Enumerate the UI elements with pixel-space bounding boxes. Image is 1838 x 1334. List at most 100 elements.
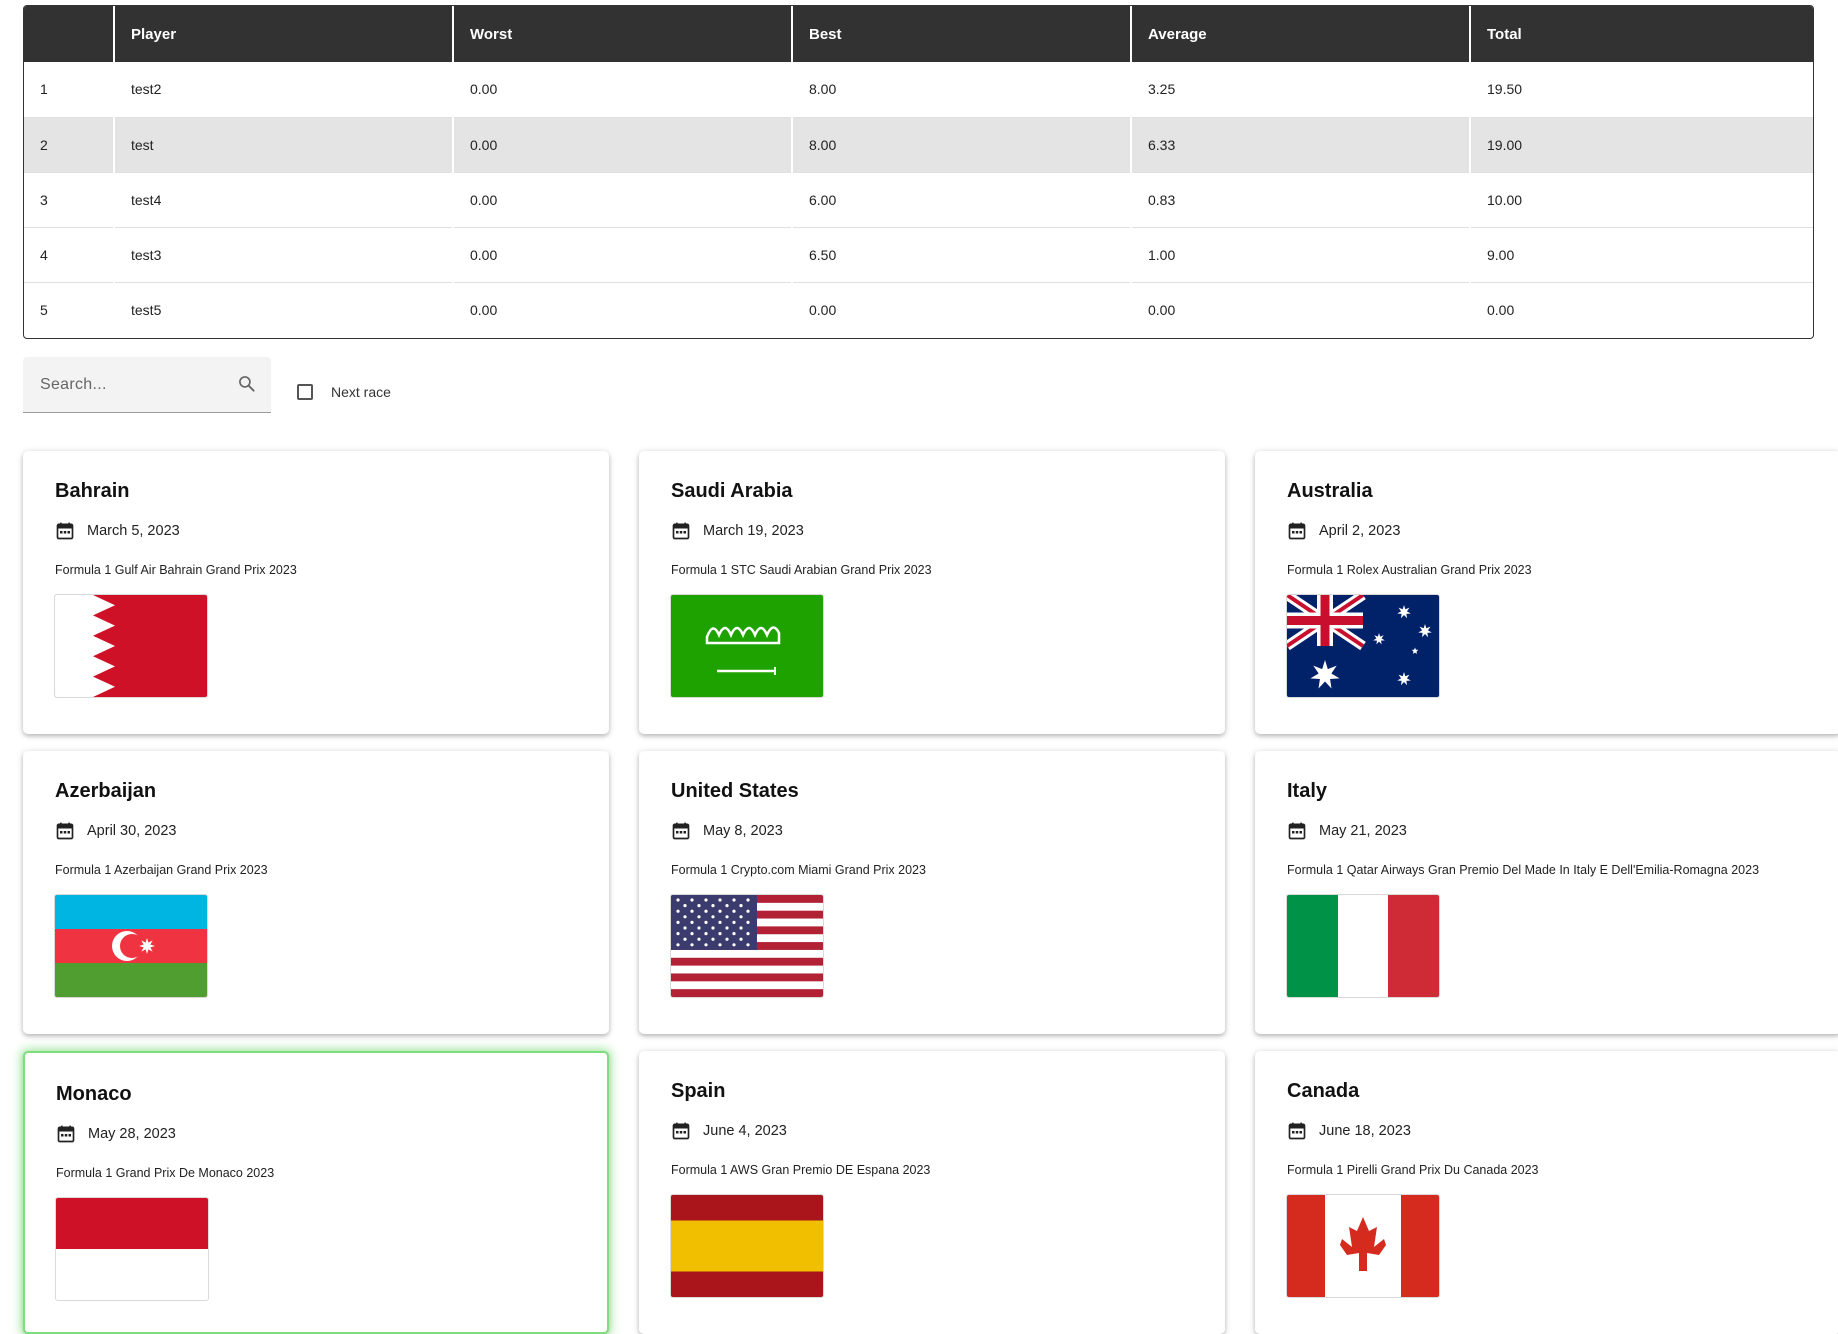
calendar-icon [672, 1122, 690, 1140]
column-header-player[interactable]: Player [114, 6, 454, 62]
race-name: Formula 1 AWS Gran Premio DE Espana 2023 [671, 1163, 931, 1177]
column-header-worst[interactable]: Worst [453, 6, 793, 62]
race-card[interactable]: Bahrain March 5, 2023 Formula 1 Gulf Air B… [23, 451, 609, 734]
cell-best: 6.50 [792, 227, 1132, 283]
race-date: April 30, 2023 [87, 823, 177, 839]
monaco-flag [56, 1198, 208, 1300]
race-date: April 2, 2023 [1319, 523, 1401, 539]
cell-total: 19.00 [1470, 117, 1813, 173]
canada-flag [1287, 1195, 1439, 1297]
cell-average: 1.00 [1131, 227, 1471, 283]
table-row[interactable]: 4 test3 0.00 6.50 1.00 9.00 [24, 227, 1813, 283]
race-country: Azerbaijan [55, 780, 157, 802]
standings-table: Player Worst Best Average Total 1 test2 0.… [23, 5, 1814, 339]
standings-body: 1 test2 0.00 8.00 3.25 19.50 2 test 0.00 8.00 6.33… [24, 62, 1813, 337]
race-date-row: May 8, 2023 [671, 821, 783, 841]
cell-average: 0.00 [1131, 282, 1471, 337]
calendar-icon [1288, 822, 1306, 840]
cell-worst: 0.00 [453, 282, 793, 337]
race-date: May 21, 2023 [1319, 823, 1407, 839]
search-field[interactable] [23, 357, 271, 413]
race-country: Canada [1287, 1080, 1360, 1102]
race-name: Formula 1 Crypto.com Miami Grand Prix 20… [671, 863, 926, 877]
cell-rank: 5 [24, 282, 115, 337]
race-card[interactable]: Spain June 4, 2023 Formula 1 AWS Gran Prem… [639, 1051, 1225, 1334]
cell-best: 8.00 [792, 62, 1132, 118]
table-row[interactable]: 5 test5 0.00 0.00 0.00 0.00 [24, 282, 1813, 337]
spain-flag [671, 1195, 823, 1297]
race-date-row: March 19, 2023 [671, 521, 804, 541]
cell-player: test4 [114, 172, 454, 228]
race-card[interactable]: Monaco May 28, 2023 Formula 1 Grand Prix D… [23, 1051, 609, 1334]
calendar-icon [1288, 1122, 1306, 1140]
cell-best: 8.00 [792, 117, 1132, 173]
cell-average: 6.33 [1131, 117, 1471, 173]
search-icon[interactable] [237, 374, 257, 394]
cell-total: 0.00 [1487, 301, 1515, 318]
cell-total: 19.50 [1470, 62, 1813, 118]
race-card[interactable]: United States May 8, 2023 Formula 1 Crypto… [639, 751, 1225, 1034]
column-header-average[interactable]: Average [1131, 6, 1471, 62]
race-name: Formula 1 Azerbaijan Grand Prix 2023 [55, 863, 268, 877]
next-race-checkbox[interactable] [297, 384, 313, 400]
race-date-row: June 4, 2023 [671, 1121, 787, 1141]
next-race-filter[interactable]: Next race [297, 384, 391, 400]
race-card[interactable]: Australia April 2, 2023 Formula 1 Rolex Au… [1255, 451, 1838, 734]
race-date: June 4, 2023 [703, 1123, 787, 1139]
table-row[interactable]: 2 test 0.00 8.00 6.33 19.00 [24, 117, 1813, 173]
next-race-label: Next race [331, 384, 391, 400]
race-date-row: June 18, 2023 [1287, 1121, 1411, 1141]
cell-average: 0.83 [1131, 172, 1471, 228]
race-country: United States [671, 780, 799, 802]
cell-rank: 3 [24, 172, 115, 228]
azerbaijan-flag [55, 895, 207, 997]
column-header-rank[interactable] [24, 6, 115, 62]
calendar-icon [56, 822, 74, 840]
race-card[interactable]: Canada June 18, 2023 Formula 1 Pirelli Gra… [1255, 1051, 1838, 1334]
calendar-icon [57, 1125, 75, 1143]
race-name: Formula 1 Rolex Australian Grand Prix 20… [1287, 563, 1532, 577]
bahrain-flag [55, 595, 207, 697]
cell-worst: 0.00 [453, 172, 793, 228]
cell-player: test5 [114, 282, 454, 337]
table-row[interactable]: 3 test4 0.00 6.00 0.83 10.00 [24, 172, 1813, 228]
race-card[interactable]: Azerbaijan April 30, 2023 Formula 1 Azerba… [23, 751, 609, 1034]
race-date-row: March 5, 2023 [55, 521, 180, 541]
table-row[interactable]: 1 test2 0.00 8.00 3.25 19.50 [24, 62, 1813, 118]
race-card[interactable]: Italy May 21, 2023 Formula 1 Qatar Airways… [1255, 751, 1838, 1034]
race-date-row: May 28, 2023 [56, 1124, 176, 1144]
cell-player: test2 [114, 62, 454, 118]
italy-flag [1287, 895, 1439, 997]
race-name: Formula 1 Qatar Airways Gran Premio Del … [1287, 863, 1760, 877]
race-name: Formula 1 Pirelli Grand Prix Du Canada 2… [1287, 1163, 1539, 1177]
race-date-row: April 2, 2023 [1287, 521, 1400, 541]
race-country: Monaco [56, 1083, 132, 1105]
calendar-icon [672, 522, 690, 540]
race-date: March 5, 2023 [87, 523, 180, 539]
race-name: Formula 1 STC Saudi Arabian Grand Prix 2… [671, 563, 932, 577]
saudi-arabia-flag [671, 595, 823, 697]
calendar-icon [56, 522, 74, 540]
cell-rank: 2 [24, 117, 115, 173]
cell-best: 0.00 [792, 282, 1132, 337]
cell-average: 3.25 [1131, 62, 1471, 118]
race-date: May 8, 2023 [703, 823, 783, 839]
cell-total: 10.00 [1470, 172, 1813, 228]
column-header-best[interactable]: Best [792, 6, 1132, 62]
race-name: Formula 1 Gulf Air Bahrain Grand Prix 20… [55, 563, 297, 577]
australia-flag [1287, 595, 1439, 697]
race-country: Spain [671, 1080, 726, 1102]
cell-total: 9.00 [1470, 227, 1813, 283]
united-states-flag [671, 895, 823, 997]
race-card[interactable]: Saudi Arabia March 19, 2023 Formula 1 STC … [639, 451, 1225, 734]
cell-best: 6.00 [792, 172, 1132, 228]
race-country: Australia [1287, 480, 1373, 502]
race-country: Italy [1287, 780, 1328, 802]
column-header-total[interactable]: Total [1470, 6, 1813, 62]
race-country: Saudi Arabia [671, 480, 793, 502]
cell-player: test [114, 117, 454, 173]
search-input[interactable] [38, 357, 232, 413]
cell-worst: 0.00 [453, 62, 793, 118]
calendar-icon [672, 822, 690, 840]
race-date: March 19, 2023 [703, 523, 804, 539]
